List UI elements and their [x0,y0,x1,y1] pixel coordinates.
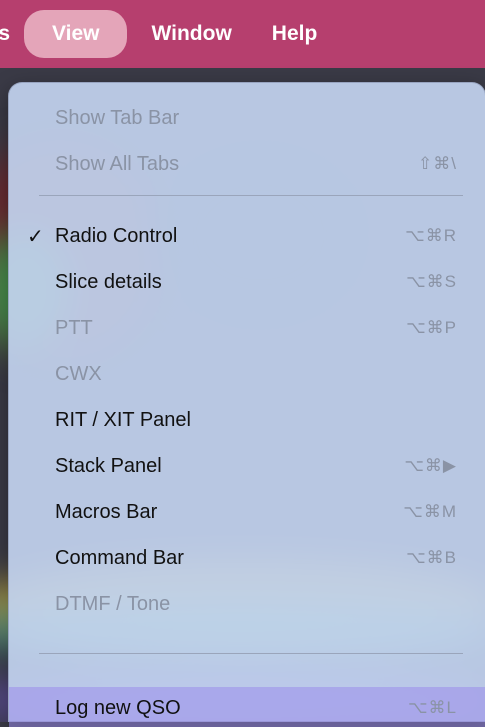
menu-item-rit-xit-panel[interactable]: RIT / XIT Panel [9,401,485,439]
menu-item-shortcut: ⌥⌘B [406,548,457,567]
menu-item-shortcut: ⌥⌘S [406,272,457,291]
menu-item-shortcut: ⌥⌘P [406,318,457,337]
menu-item-shortcut: ⌥⌘R [405,226,457,245]
menu-separator [39,195,463,196]
menu-item-shortcut: ⌥⌘L [407,698,457,717]
menubar-item-view[interactable]: View [24,10,128,58]
menu-item-ptt[interactable]: PTT ⌥⌘P [9,309,485,347]
menu-item-shortcut: ⇧⌘\ [418,154,457,173]
menu-item-stack-panel[interactable]: Stack Panel ⌥⌘▶ [9,447,485,485]
menu-item-label: Log new QSO [55,696,181,719]
menu-item-label: Show Tab Bar [55,106,180,129]
menu-separator [39,653,463,654]
menu-item-show-tab-bar[interactable]: Show Tab Bar [9,99,485,137]
checkmark-icon: ✓ [27,225,44,248]
menu-item-label: Show All Tabs [55,152,180,175]
menu-item-slice-details[interactable]: Slice details ⌥⌘S [9,263,485,301]
menu-bar: s View Window Help [0,0,485,68]
menu-item-label: Command Bar [55,546,184,569]
menu-item-label: DTMF / Tone [55,592,171,615]
menubar-item-previous[interactable]: s [0,10,10,58]
menubar-item-help[interactable]: Help [254,10,336,58]
menu-item-show-all-tabs[interactable]: Show All Tabs ⇧⌘\ [9,145,485,183]
menu-item-label: Stack Panel [55,454,162,477]
menu-item-label: Slice details [55,270,162,293]
menu-item-macros-bar[interactable]: Macros Bar ⌥⌘M [9,493,485,531]
menu-item-label: RIT / XIT Panel [55,408,191,431]
menu-item-command-bar[interactable]: Command Bar ⌥⌘B [9,539,485,577]
menu-item-shortcut: ⌥⌘▶ [404,456,457,475]
menubar-item-window[interactable]: Window [133,10,249,58]
menu-item-log-new-qso[interactable]: Log new QSO ⌥⌘L [9,689,485,727]
menu-item-radio-control[interactable]: ✓ Radio Control ⌥⌘R [9,217,485,255]
menu-item-label: Macros Bar [55,500,158,523]
menu-item-label: CWX [55,362,102,385]
menu-item-label: Radio Control [55,224,178,247]
menu-item-dtmf-tone[interactable]: DTMF / Tone [9,585,485,623]
view-menu-dropdown: Show Tab Bar Show All Tabs ⇧⌘\ ✓ Radio C… [8,82,485,727]
menu-item-shortcut: ⌥⌘M [403,502,457,521]
menu-item-label: PTT [55,316,93,339]
menu-item-cwx[interactable]: CWX [9,355,485,393]
